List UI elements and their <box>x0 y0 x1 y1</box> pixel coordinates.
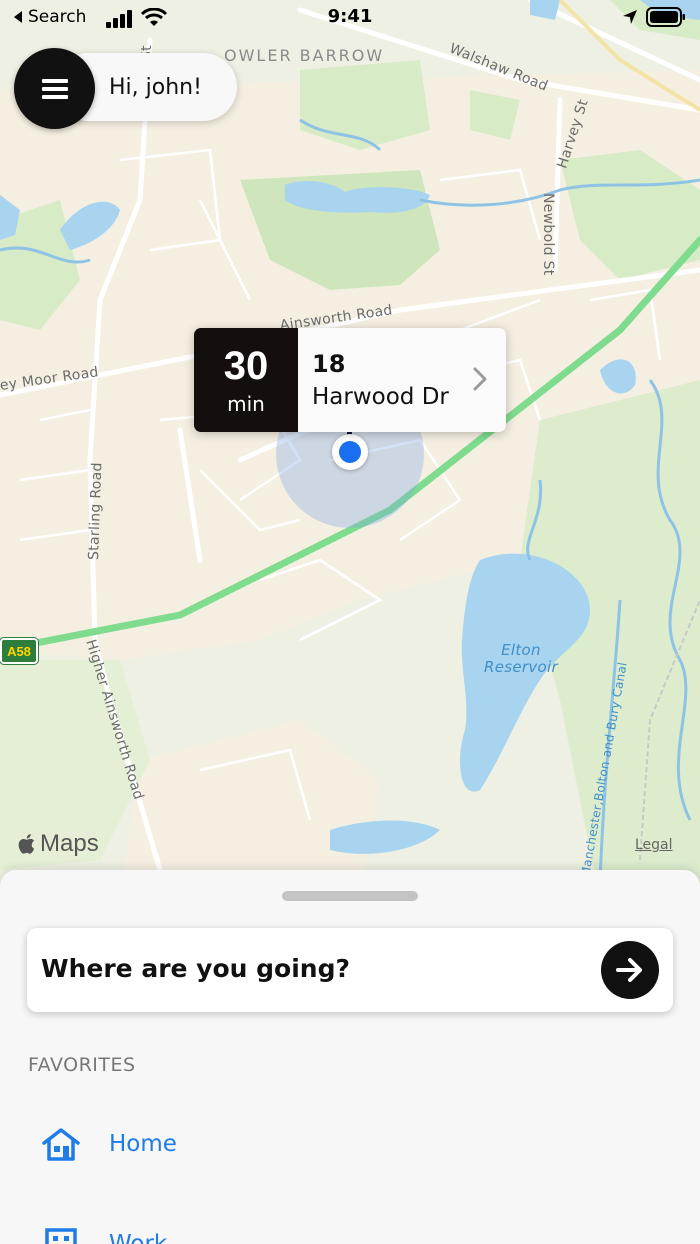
apple-maps-attribution: Maps <box>18 830 99 858</box>
favorite-home[interactable]: Home <box>40 1119 640 1169</box>
greeting-text: Hi, john! <box>109 75 202 100</box>
status-bar: Search 9:41 <box>0 0 700 36</box>
road-shield-a58: A58 <box>0 638 38 664</box>
location-arrow-icon <box>623 10 637 24</box>
legal-link[interactable]: Legal <box>635 837 673 853</box>
favorites-heading: FAVORITES <box>28 1054 136 1076</box>
favorite-work-label: Work <box>109 1231 168 1244</box>
map-label-elton-reservoir: Elton Reservoir <box>484 642 558 676</box>
maps-text: Maps <box>40 830 99 857</box>
hamburger-icon <box>41 78 68 99</box>
favorite-home-label: Home <box>109 1131 177 1157</box>
map-label-reservoir: Reservoir <box>484 658 558 676</box>
eta-box: 30 min <box>194 328 298 432</box>
road-shield-label: A58 <box>7 643 31 659</box>
arrow-right-icon <box>616 958 642 982</box>
map-label-elton: Elton <box>501 641 541 659</box>
map-label-starling-road: Starling Road <box>86 462 106 561</box>
destination-search-card[interactable]: Where are you going? <box>27 928 673 1012</box>
map-label-newbold-st: Newbold St <box>540 193 556 276</box>
sheet-grabber[interactable] <box>282 891 418 901</box>
apple-icon <box>18 834 35 854</box>
pickup-house-number: 18 <box>312 350 346 378</box>
destination-prompt: Where are you going? <box>41 954 350 983</box>
go-button[interactable] <box>601 941 659 999</box>
chevron-right-icon <box>473 367 487 391</box>
status-time: 9:41 <box>327 6 373 27</box>
eta-unit: min <box>227 392 265 416</box>
menu-button[interactable] <box>14 48 95 129</box>
map-view[interactable]: OWLER BARROW Walshaw Road Harvey St Newb… <box>0 0 700 900</box>
pickup-street: Harwood Dr <box>312 384 449 410</box>
work-icon <box>40 1224 82 1244</box>
eta-minutes: 30 <box>223 344 269 388</box>
status-right-icons <box>622 7 686 27</box>
home-icon <box>40 1124 82 1164</box>
battery-icon <box>646 7 685 27</box>
current-location-pin[interactable] <box>332 434 368 470</box>
favorite-work[interactable]: Work <box>40 1219 640 1244</box>
bottom-sheet: Where are you going? FAVORITES Home Work <box>0 870 700 1244</box>
pickup-callout[interactable]: 30 min 18 Harwood Dr <box>194 328 506 432</box>
map-label-area: OWLER BARROW <box>224 46 385 65</box>
